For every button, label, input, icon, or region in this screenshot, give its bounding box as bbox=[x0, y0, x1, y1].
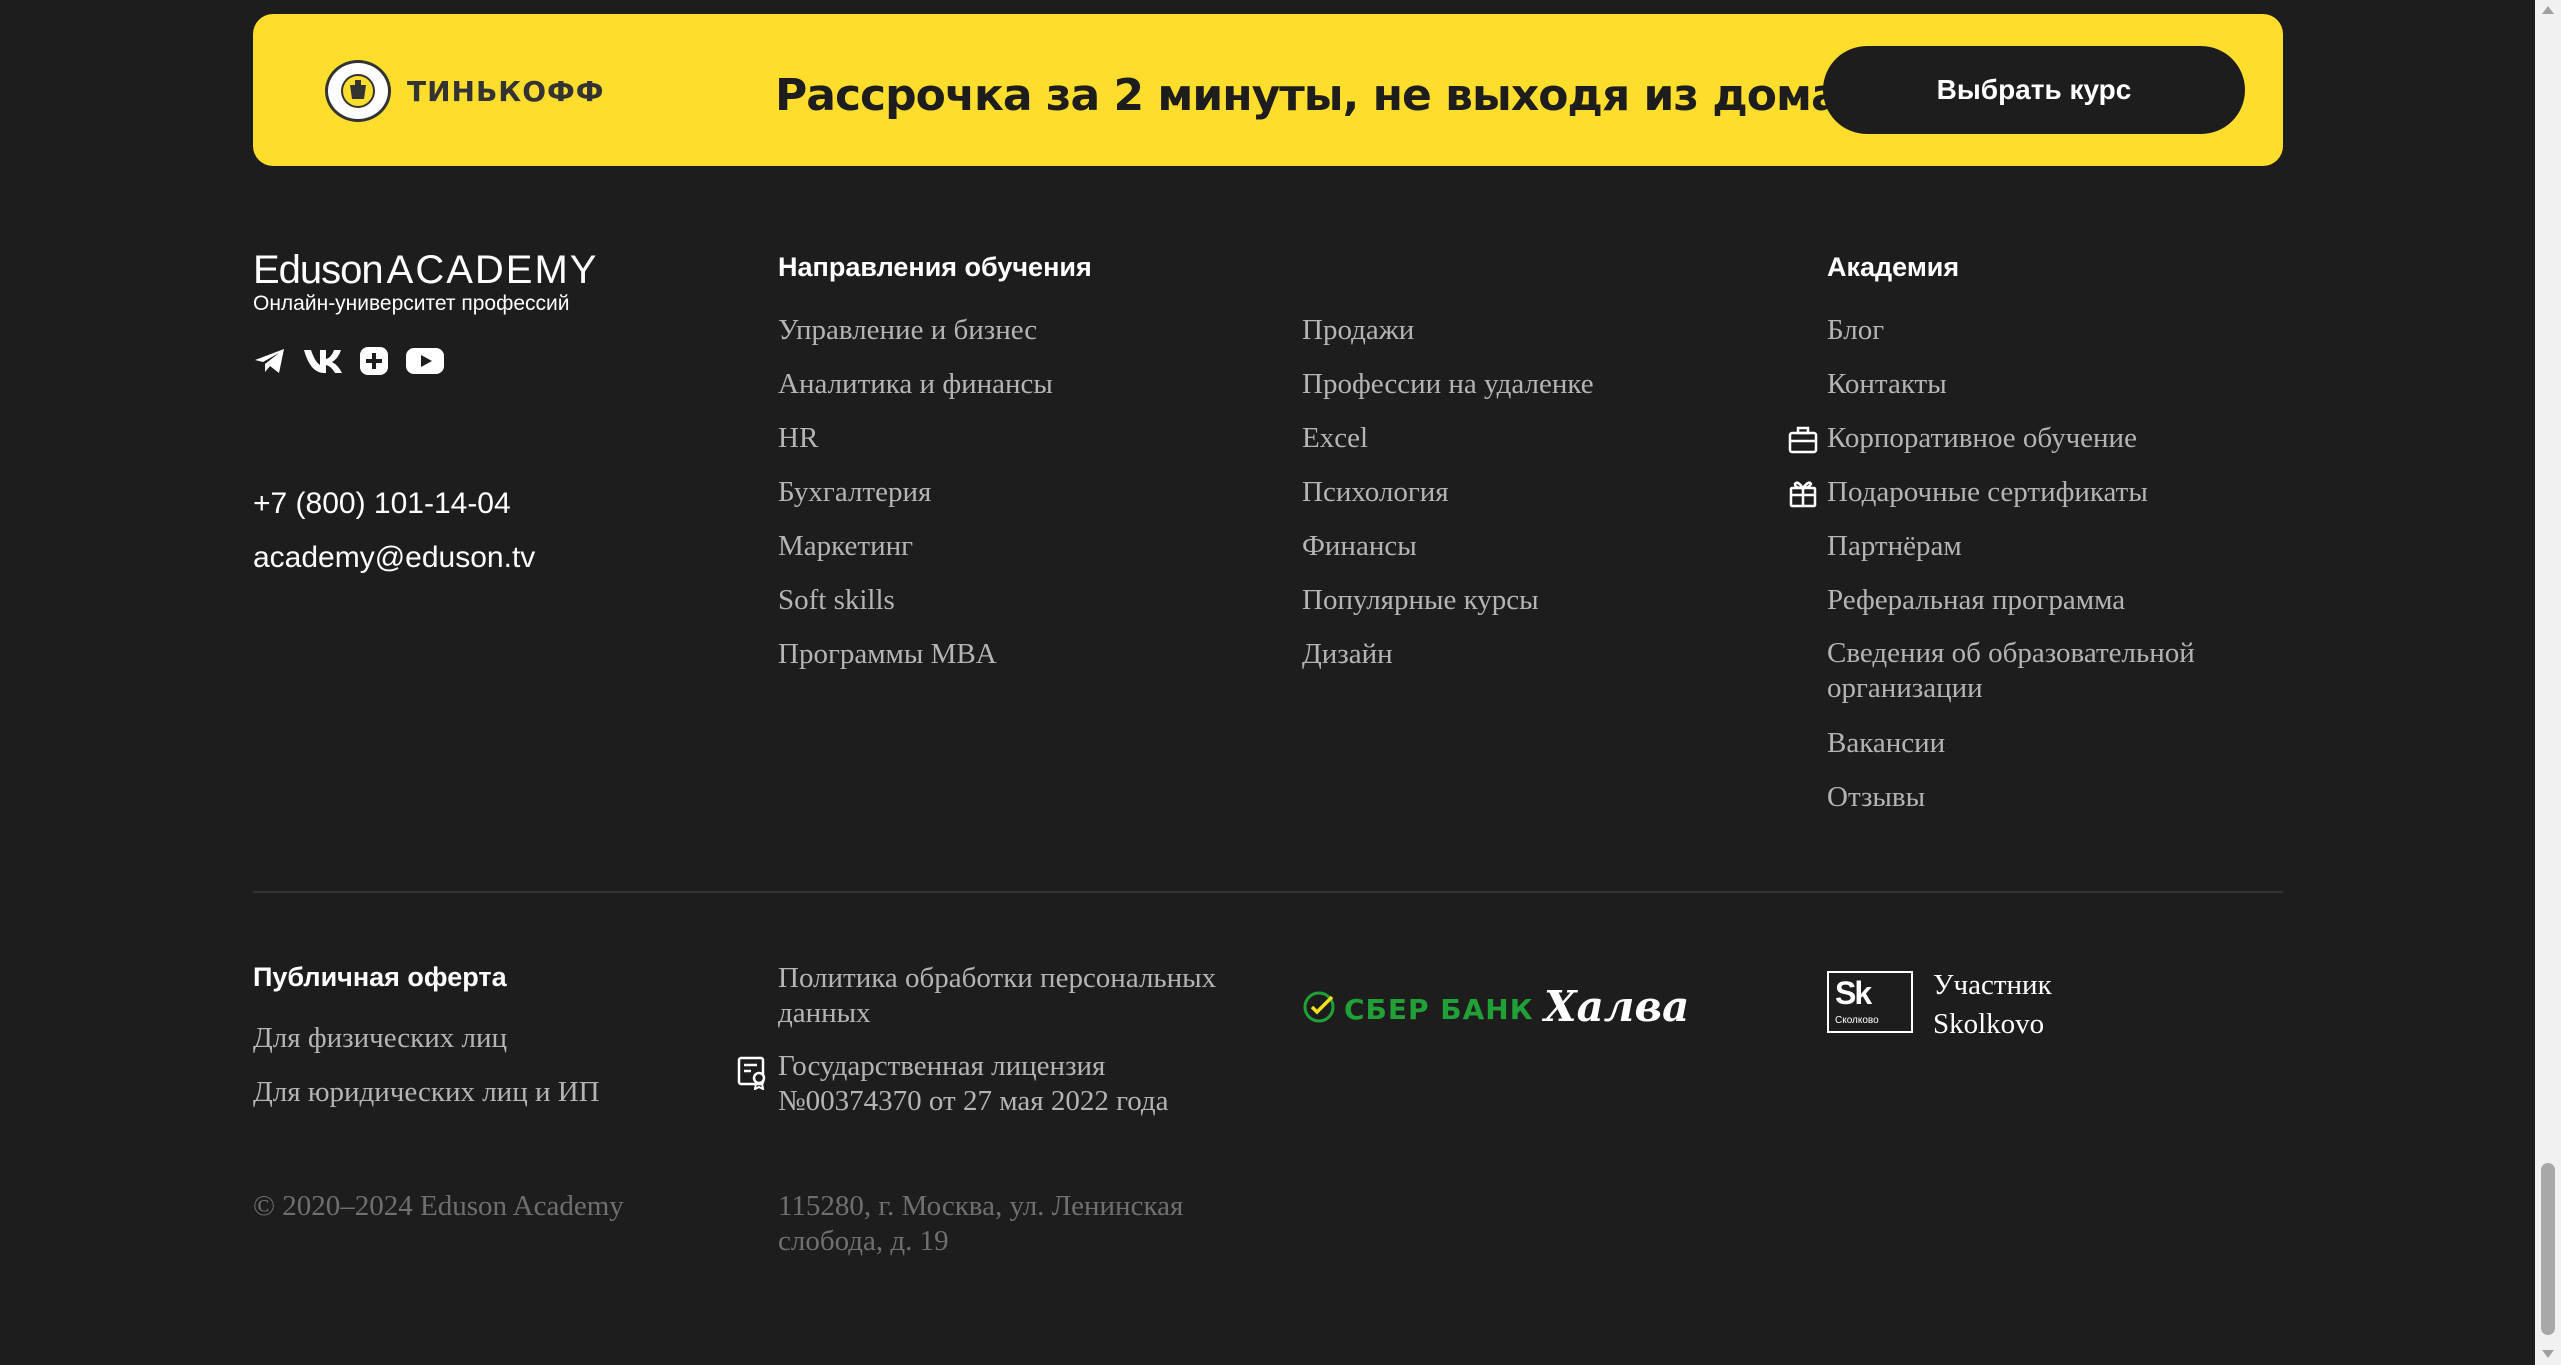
direction-link[interactable]: Психология bbox=[1302, 465, 1594, 519]
directions-list-1: Управление и бизнес Аналитика и финансы … bbox=[778, 303, 1053, 681]
offer-legal-link[interactable]: Для юридических лиц и ИП bbox=[253, 1075, 600, 1110]
youtube-icon[interactable] bbox=[405, 346, 445, 376]
choose-course-button[interactable]: Выбрать курс bbox=[1823, 46, 2245, 134]
public-offer-title: Публичная оферта bbox=[253, 962, 507, 992]
direction-link[interactable]: Бухгалтерия bbox=[778, 465, 1053, 519]
email-link[interactable]: academy@eduson.tv bbox=[253, 541, 535, 575]
directions-list-2: Продажи Профессии на удаленке Excel Псих… bbox=[1302, 303, 1594, 681]
direction-link[interactable]: Финансы bbox=[1302, 519, 1594, 573]
briefcase-icon bbox=[1788, 426, 1818, 459]
academy-link-gift-certificates[interactable]: Подарочные сертификаты bbox=[1827, 465, 2247, 519]
footer-page: ТИНЬКОФФ Рассрочка за 2 минуты, не выход… bbox=[0, 0, 2535, 1365]
academy-list: Блог Контакты Корпоративное обучение Под… bbox=[1827, 303, 2247, 824]
logo-subtitle: Онлайн-университет профессий bbox=[253, 292, 570, 315]
academy-link-org-info[interactable]: Сведения об образовательной организации bbox=[1827, 627, 2247, 716]
sber-check-icon bbox=[1302, 990, 1336, 1029]
direction-link[interactable]: Excel bbox=[1302, 411, 1594, 465]
license-certificate-icon bbox=[737, 1056, 769, 1095]
scrollbar-thumb[interactable] bbox=[2541, 1163, 2555, 1335]
tinkoff-logo[interactable]: ТИНЬКОФФ bbox=[325, 60, 605, 122]
academy-link-partners[interactable]: Партнёрам bbox=[1827, 519, 2247, 573]
direction-link[interactable]: Дизайн bbox=[1302, 627, 1594, 681]
academy-link-reviews[interactable]: Отзывы bbox=[1827, 770, 2247, 824]
direction-link[interactable]: Управление и бизнес bbox=[778, 303, 1053, 357]
tinkoff-brand-name: ТИНЬКОФФ bbox=[407, 74, 605, 108]
direction-link[interactable]: Soft skills bbox=[778, 573, 1053, 627]
tinkoff-emblem-icon bbox=[325, 60, 391, 122]
skolkovo-badge-text: Sk bbox=[1835, 975, 1872, 1011]
plus-square-icon[interactable] bbox=[359, 346, 389, 376]
eduson-logo[interactable]: Eduson ACADEMY Онлайн-университет професс… bbox=[253, 250, 598, 316]
scroll-down-arrow-icon[interactable] bbox=[2542, 1350, 2554, 1358]
skolkovo-member-text: Участник Skolkovo bbox=[1933, 969, 2052, 1040]
direction-link[interactable]: Программы MBA bbox=[778, 627, 1053, 681]
address: 115280, г. Москва, ул. Ленинская слобода… bbox=[778, 1190, 1184, 1257]
footer-divider bbox=[253, 891, 2283, 893]
offer-individuals-link[interactable]: Для физических лиц bbox=[253, 1021, 507, 1056]
academy-link-vacancies[interactable]: Вакансии bbox=[1827, 716, 2247, 770]
privacy-policy-link[interactable]: Политика обработки персональных данных bbox=[778, 961, 1278, 1031]
direction-link[interactable]: Маркетинг bbox=[778, 519, 1053, 573]
logo-accent-text: ACADEMY bbox=[386, 248, 599, 292]
banner-headline: Рассрочка за 2 минуты, не выходя из дома bbox=[775, 70, 1841, 121]
academy-link-corporate[interactable]: Корпоративное обучение bbox=[1827, 411, 2247, 465]
social-links bbox=[253, 346, 445, 376]
vk-icon[interactable] bbox=[303, 348, 343, 374]
academy-link-referral[interactable]: Реферальная программа bbox=[1827, 573, 2247, 627]
directions-title: Направления обучения bbox=[778, 252, 1092, 282]
logo-main-text: Eduson bbox=[253, 248, 384, 292]
skolkovo-logo: Sk Сколково bbox=[1827, 971, 1913, 1033]
telegram-icon[interactable] bbox=[253, 346, 287, 376]
direction-link[interactable]: HR bbox=[778, 411, 1053, 465]
academy-link-contacts[interactable]: Контакты bbox=[1827, 357, 2247, 411]
sber-name: СБЕР БАНК bbox=[1344, 993, 1534, 1026]
state-license-link[interactable]: Государственная лицензия №00374370 от 27… bbox=[778, 1049, 1238, 1119]
direction-link[interactable]: Продажи bbox=[1302, 303, 1594, 357]
scroll-up-arrow-icon[interactable] bbox=[2542, 6, 2554, 14]
sberbank-logo: СБЕР БАНК bbox=[1302, 990, 1534, 1029]
halva-logo: Халва bbox=[1544, 982, 1690, 1031]
direction-link[interactable]: Профессии на удаленке bbox=[1302, 357, 1594, 411]
copyright: © 2020–2024 Eduson Academy bbox=[253, 1190, 624, 1222]
direction-link[interactable]: Популярные курсы bbox=[1302, 573, 1594, 627]
phone-link[interactable]: +7 (800) 101-14-04 bbox=[253, 487, 511, 521]
page-scrollbar[interactable] bbox=[2535, 0, 2561, 1365]
gift-icon bbox=[1789, 478, 1817, 513]
academy-title: Академия bbox=[1827, 252, 1960, 282]
direction-link[interactable]: Аналитика и финансы bbox=[778, 357, 1053, 411]
skolkovo-badge-small: Сколково bbox=[1835, 1015, 1879, 1026]
academy-link-blog[interactable]: Блог bbox=[1827, 303, 2247, 357]
installment-banner: ТИНЬКОФФ Рассрочка за 2 минуты, не выход… bbox=[253, 14, 2283, 166]
